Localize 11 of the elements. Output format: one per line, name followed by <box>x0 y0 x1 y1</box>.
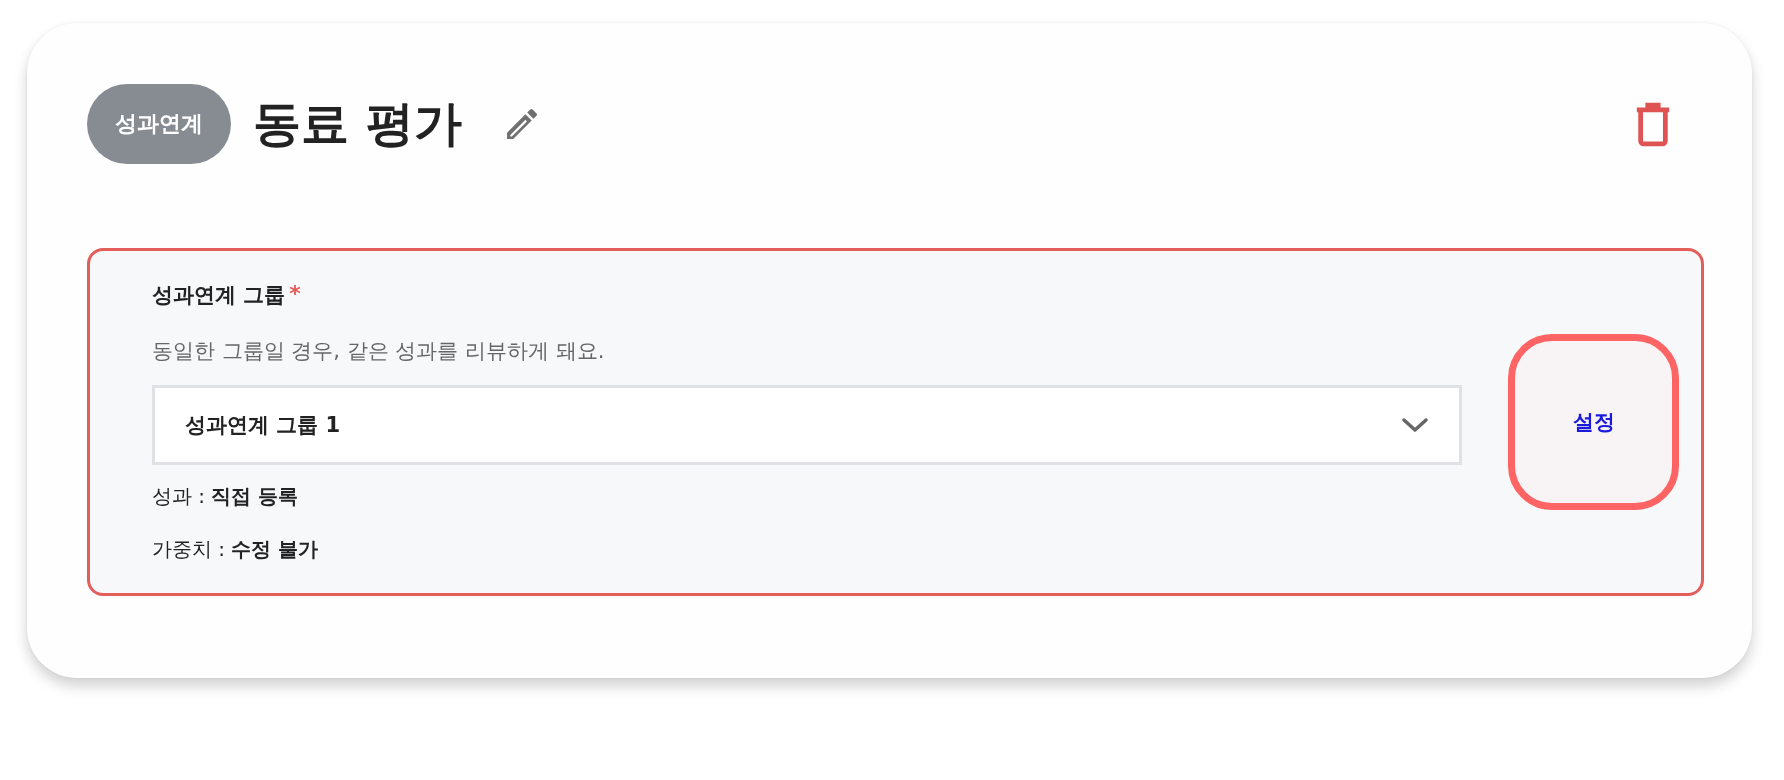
info-text: 성과 : 직접 등록 <box>152 483 299 510</box>
card-title: 동료 평가 <box>253 94 462 153</box>
set-button[interactable]: 설정 <box>1508 334 1679 510</box>
category-badge: 성과연계 <box>87 84 231 164</box>
group-dropdown[interactable]: 성과연계 그룹 1 <box>152 385 1462 465</box>
required-mark: * <box>289 281 301 308</box>
chevron-down-icon <box>1401 417 1429 433</box>
field-label: 성과연계 그룹 <box>152 282 286 309</box>
info-text: 가중치 : 수정 불가 <box>152 536 319 563</box>
field-description: 동일한 그룹일 경우, 같은 성과를 리뷰하게 돼요. <box>152 338 605 365</box>
delete-icon[interactable] <box>1634 101 1672 147</box>
